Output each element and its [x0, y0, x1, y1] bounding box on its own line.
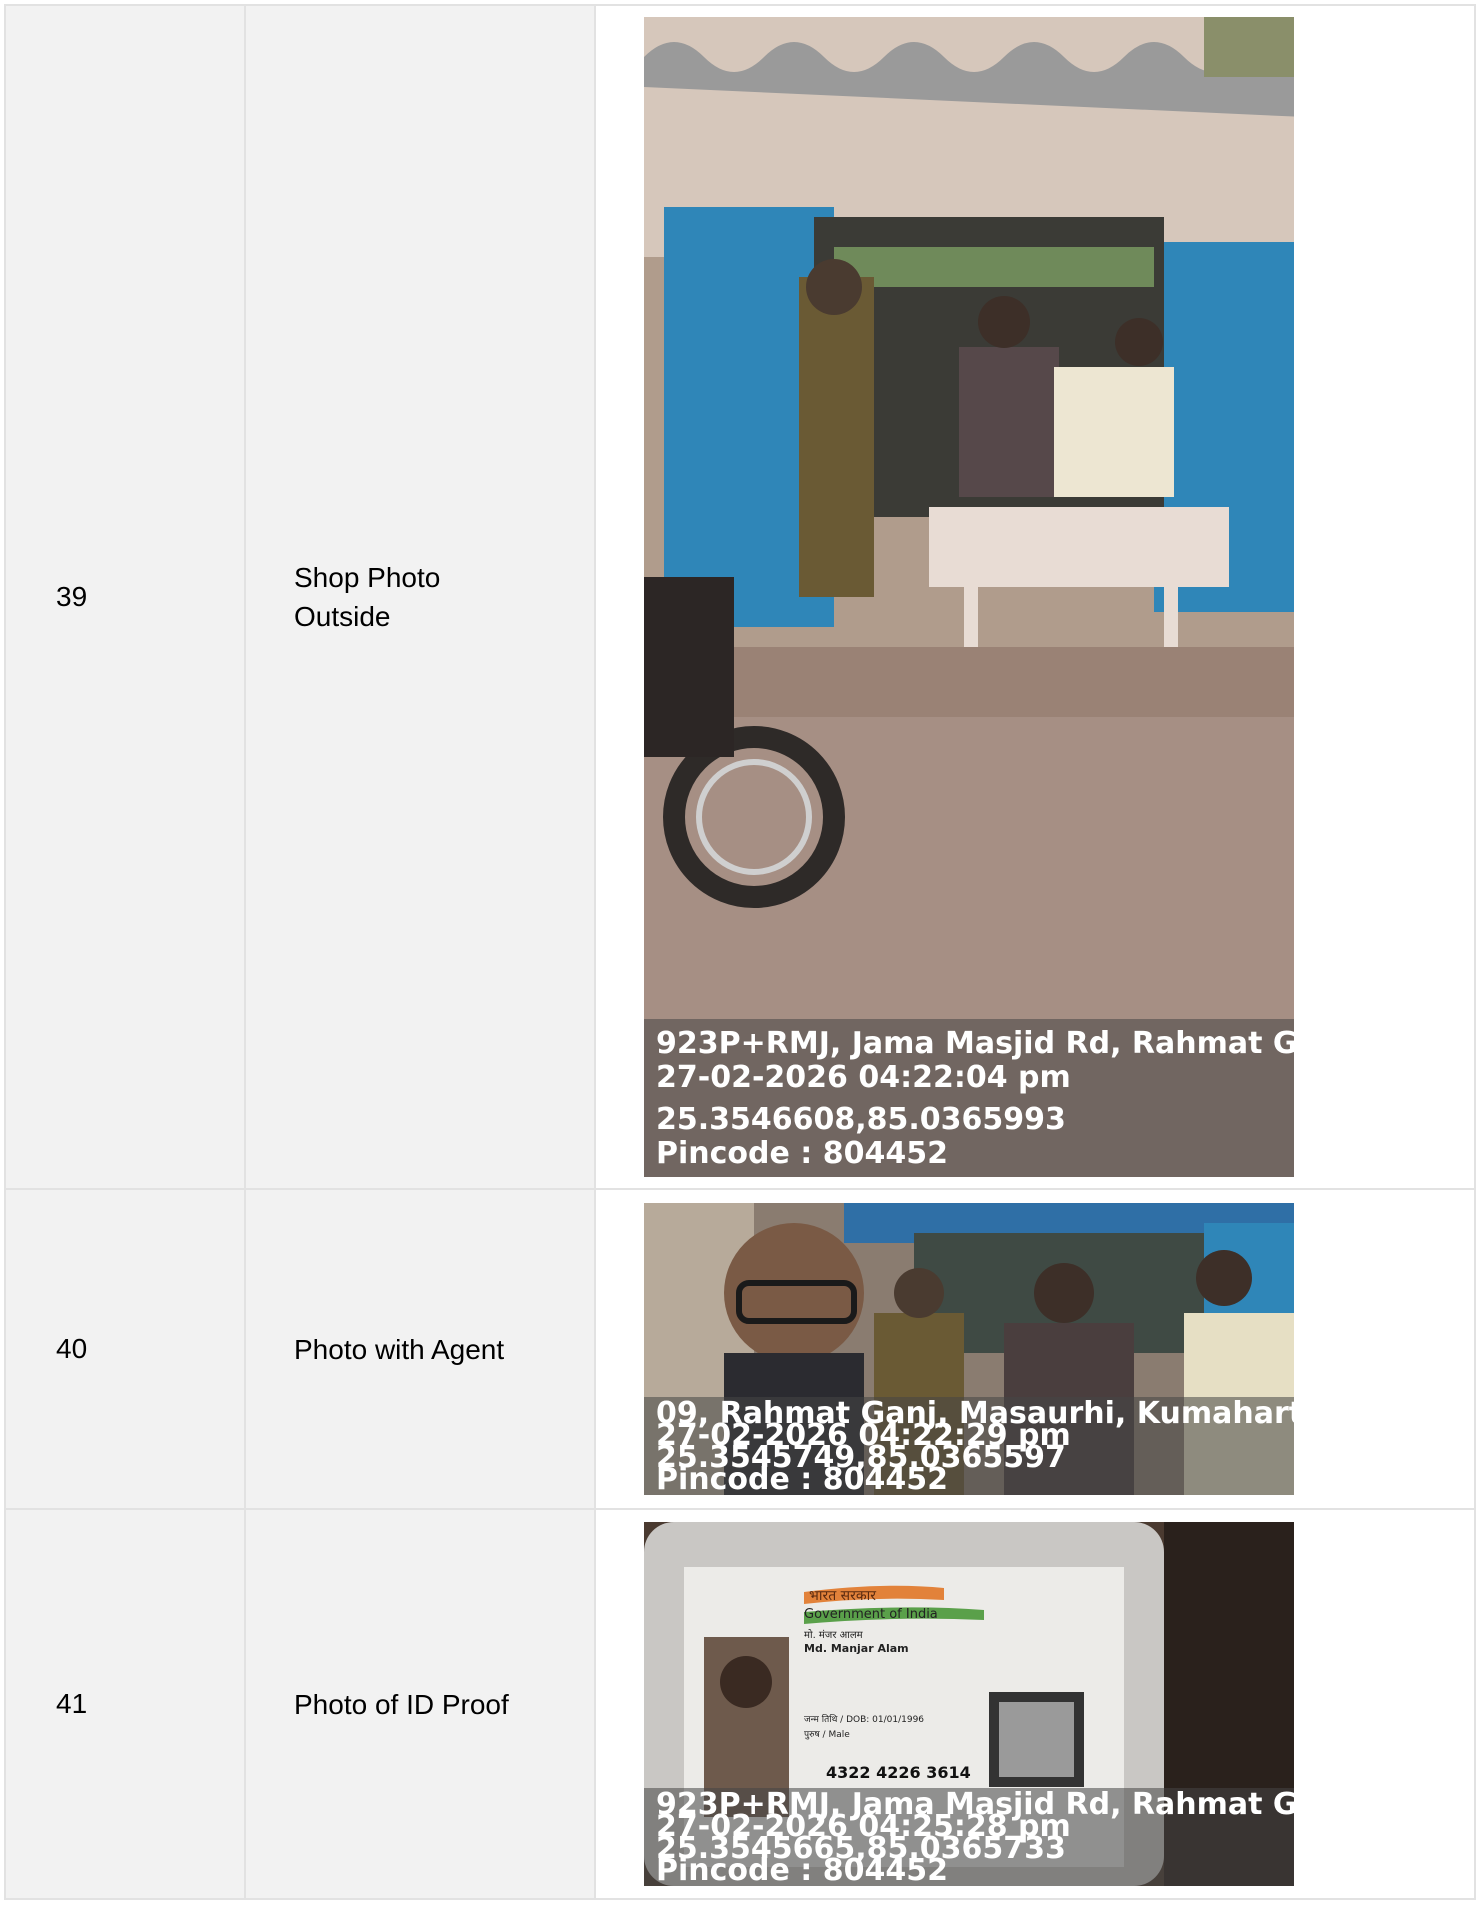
shop-exterior-photo[interactable]: 923P+RMJ, Jama Masjid Rd, Rahmat Ganj, .…	[644, 17, 1294, 1177]
geo-stamp-overlay: 923P+RMJ, Jama Masjid Rd, Rahmat Ganj, .…	[644, 1788, 1294, 1886]
id-dob: जन्म तिथि / DOB: 01/01/1996	[804, 1713, 924, 1725]
geo-pincode: Pincode : 804452	[656, 1136, 948, 1171]
id-header-hindi: भारत सरकार	[809, 1588, 876, 1604]
id-name-english: Md. Manjar Alam	[804, 1642, 909, 1655]
row-label: Photo of ID Proof	[244, 1508, 596, 1900]
row-number: 40	[4, 1188, 246, 1510]
selfie-with-agent-photo[interactable]: 09, Rahmat Ganj, Masaurhi, Kumahartoli, …	[644, 1203, 1294, 1495]
id-card-photo[interactable]: भारत सरकार Government of India मो. मंजर …	[644, 1522, 1294, 1886]
photo-cell: भारत सरकार Government of India मो. मंजर …	[594, 1508, 1476, 1900]
geo-timestamp: 27-02-2026 04:22:04 pm	[656, 1060, 1071, 1095]
row-label: Photo with Agent	[244, 1188, 596, 1510]
id-number: 4322 4226 3614	[826, 1763, 971, 1782]
id-header-english: Government of India	[804, 1607, 938, 1622]
row-label: Shop Photo Outside	[244, 4, 596, 1190]
table-row: 40 Photo with Agent 09, Rahmat Ganj, Mas…	[4, 1188, 1476, 1510]
shop-exterior-image	[644, 17, 1294, 1177]
row-number: 41	[4, 1508, 246, 1900]
table-row: 39 Shop Photo Outside 923P+RMJ, Jama Mas…	[4, 4, 1476, 1190]
geo-address: 923P+RMJ, Jama Masjid Rd, Rahmat Ganj, .…	[656, 1026, 1294, 1061]
verification-photo-table: 39 Shop Photo Outside 923P+RMJ, Jama Mas…	[4, 4, 1476, 1900]
geo-stamp-overlay: 09, Rahmat Ganj, Masaurhi, Kumahartoli, …	[644, 1397, 1294, 1495]
row-number: 39	[4, 4, 246, 1190]
id-gender: पुरुष / Male	[804, 1730, 850, 1740]
table-row: 41 Photo of ID Proof भारत सरकार Governme…	[4, 1508, 1476, 1900]
id-name-hindi: मो. मंजर आलम	[804, 1629, 864, 1641]
geo-coordinates: 25.3546608,85.0365993	[656, 1102, 1066, 1137]
geo-stamp-overlay: 923P+RMJ, Jama Masjid Rd, Rahmat Ganj, .…	[644, 1019, 1294, 1177]
photo-cell: 09, Rahmat Ganj, Masaurhi, Kumahartoli, …	[594, 1188, 1476, 1510]
photo-cell: 923P+RMJ, Jama Masjid Rd, Rahmat Ganj, .…	[594, 4, 1476, 1190]
